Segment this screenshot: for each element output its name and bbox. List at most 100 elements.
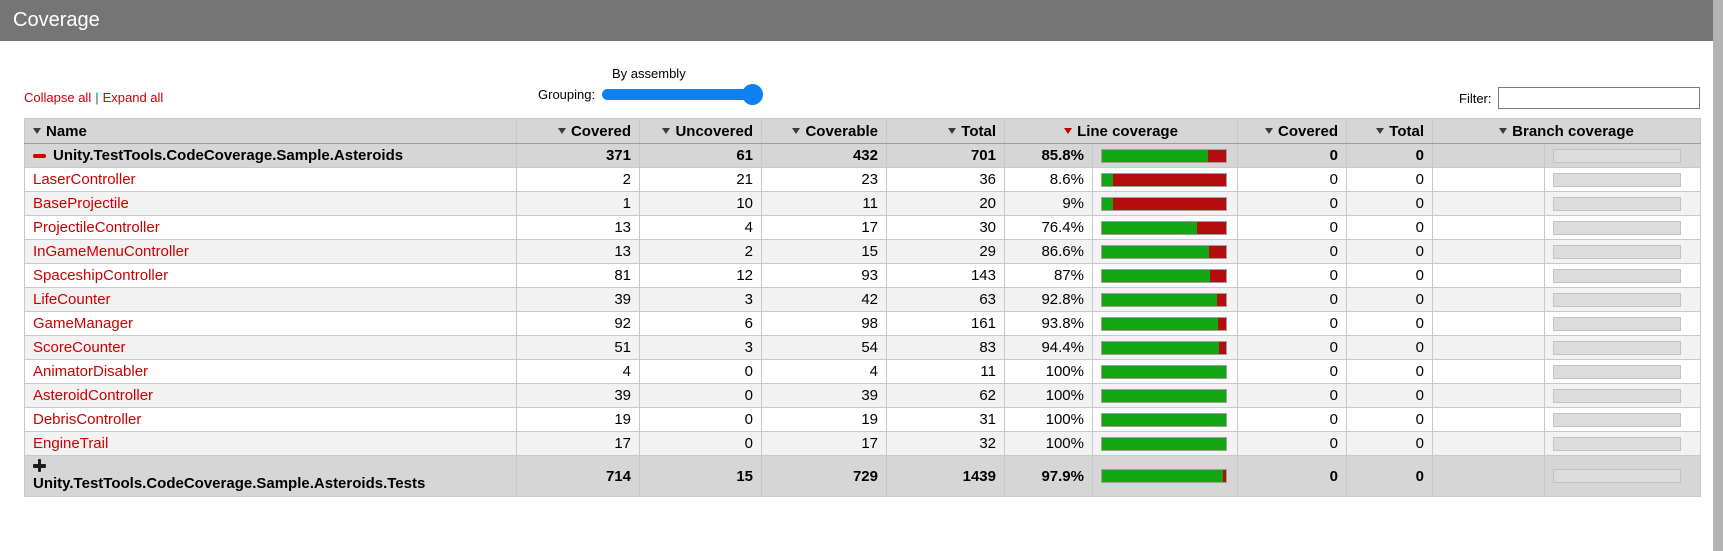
collapse-expand-links: Collapse all | Expand all [24, 90, 163, 105]
class-link[interactable]: BaseProjectile [33, 195, 129, 212]
page-header: Coverage [0, 0, 1713, 41]
class-link[interactable]: ScoreCounter [33, 339, 126, 356]
column-header-name[interactable]: Name [25, 119, 517, 144]
covered-bar-segment [1102, 174, 1113, 186]
column-header-total[interactable]: Total [887, 119, 1005, 144]
branch-coverage-bar-cell [1545, 168, 1701, 192]
collapse-group-icon[interactable] [33, 154, 46, 158]
branch-covered-cell: 0 [1238, 312, 1347, 336]
class-row: BaseProjectile11011209%00 [25, 192, 1701, 216]
total-cell: 83 [887, 336, 1005, 360]
line-coverage-bar [1101, 149, 1227, 163]
branch-coverage-bar-cell [1545, 312, 1701, 336]
uncovered-cell: 0 [640, 432, 762, 456]
line-coverage-bar [1101, 197, 1227, 211]
line-coverage-bar [1101, 413, 1227, 427]
class-row: EngineTrail1701732100%00 [25, 432, 1701, 456]
expand-all-link[interactable]: Expand all [103, 90, 164, 105]
column-header-coverable[interactable]: Coverable [762, 119, 887, 144]
column-header-line-coverage[interactable]: Line coverage [1005, 119, 1238, 144]
coverable-cell: 23 [762, 168, 887, 192]
branch-covered-cell: 0 [1238, 432, 1347, 456]
sort-icon [33, 128, 41, 134]
uncovered-bar-segment [1218, 318, 1226, 330]
class-link[interactable]: GameManager [33, 315, 133, 332]
covered-cell: 51 [517, 336, 640, 360]
collapse-all-link[interactable]: Collapse all [24, 90, 91, 105]
branch-coverage-bar-cell [1545, 144, 1701, 168]
line-coverage-bar [1101, 389, 1227, 403]
column-header-label: Total [961, 123, 996, 140]
class-row: InGameMenuController132152986.6%00 [25, 240, 1701, 264]
branch-coverage-percent [1433, 240, 1545, 264]
class-row: ScoreCounter513548394.4%00 [25, 336, 1701, 360]
vertical-scrollbar[interactable] [1713, 0, 1723, 551]
uncovered-bar-segment [1219, 342, 1226, 354]
table-header-row: NameCoveredUncoveredCoverableTotalLine c… [25, 119, 1701, 144]
branch-coverage-bar [1553, 245, 1681, 259]
filter-label: Filter: [1459, 91, 1492, 106]
uncovered-cell: 4 [640, 216, 762, 240]
covered-cell: 17 [517, 432, 640, 456]
uncovered-cell: 2 [640, 240, 762, 264]
class-row: SpaceshipController81129314387%00 [25, 264, 1701, 288]
class-link[interactable]: SpaceshipController [33, 267, 168, 284]
branch-coverage-bar-cell [1545, 360, 1701, 384]
branch-coverage-percent [1433, 288, 1545, 312]
expand-group-icon[interactable] [33, 459, 46, 472]
line-coverage-bar-cell [1093, 432, 1238, 456]
branch-total-cell: 0 [1347, 144, 1433, 168]
column-header-uncovered[interactable]: Uncovered [640, 119, 762, 144]
coverable-cell: 17 [762, 216, 887, 240]
class-link[interactable]: InGameMenuController [33, 243, 189, 260]
line-coverage-percent: 87% [1005, 264, 1093, 288]
link-separator: | [95, 90, 98, 105]
filter-input[interactable] [1498, 87, 1700, 109]
class-link[interactable]: EngineTrail [33, 435, 108, 452]
branch-coverage-percent [1433, 216, 1545, 240]
total-cell: 11 [887, 360, 1005, 384]
filter-control: Filter: [1459, 87, 1700, 109]
branch-coverage-percent [1433, 144, 1545, 168]
uncovered-bar-segment [1210, 270, 1226, 282]
branch-coverage-bar [1553, 197, 1681, 211]
column-header-covered[interactable]: Covered [1238, 119, 1347, 144]
branch-total-cell: 0 [1347, 240, 1433, 264]
branch-coverage-percent [1433, 192, 1545, 216]
line-coverage-percent: 94.4% [1005, 336, 1093, 360]
column-header-branch-coverage[interactable]: Branch coverage [1433, 119, 1701, 144]
covered-cell: 92 [517, 312, 640, 336]
grouping-slider-thumb[interactable] [742, 84, 763, 105]
class-link[interactable]: ProjectileController [33, 219, 160, 236]
name-cell: SpaceshipController [25, 264, 517, 288]
branch-coverage-bar [1553, 437, 1681, 451]
class-link[interactable]: DebrisController [33, 411, 141, 428]
class-link[interactable]: AnimatorDisabler [33, 363, 148, 380]
total-cell: 32 [887, 432, 1005, 456]
covered-bar-segment [1102, 270, 1210, 282]
line-coverage-percent: 100% [1005, 408, 1093, 432]
total-cell: 29 [887, 240, 1005, 264]
line-coverage-percent: 92.8% [1005, 288, 1093, 312]
branch-coverage-bar [1553, 341, 1681, 355]
covered-bar-segment [1102, 390, 1226, 402]
grouping-slider[interactable] [602, 89, 760, 100]
column-header-total[interactable]: Total [1347, 119, 1433, 144]
uncovered-cell: 15 [640, 456, 762, 497]
class-row: AsteroidController3903962100%00 [25, 384, 1701, 408]
branch-total-cell: 0 [1347, 312, 1433, 336]
name-cell: BaseProjectile [25, 192, 517, 216]
scrollbar-thumb[interactable] [1713, 0, 1723, 551]
coverable-cell: 15 [762, 240, 887, 264]
column-header-covered[interactable]: Covered [517, 119, 640, 144]
branch-coverage-percent [1433, 432, 1545, 456]
class-link[interactable]: AsteroidController [33, 387, 153, 404]
branch-total-cell: 0 [1347, 192, 1433, 216]
branch-coverage-bar-cell [1545, 456, 1701, 497]
class-link[interactable]: LifeCounter [33, 291, 111, 308]
covered-bar-segment [1102, 414, 1226, 426]
covered-bar-segment [1102, 222, 1197, 234]
uncovered-cell: 10 [640, 192, 762, 216]
class-link[interactable]: LaserController [33, 171, 136, 188]
branch-covered-cell: 0 [1238, 264, 1347, 288]
